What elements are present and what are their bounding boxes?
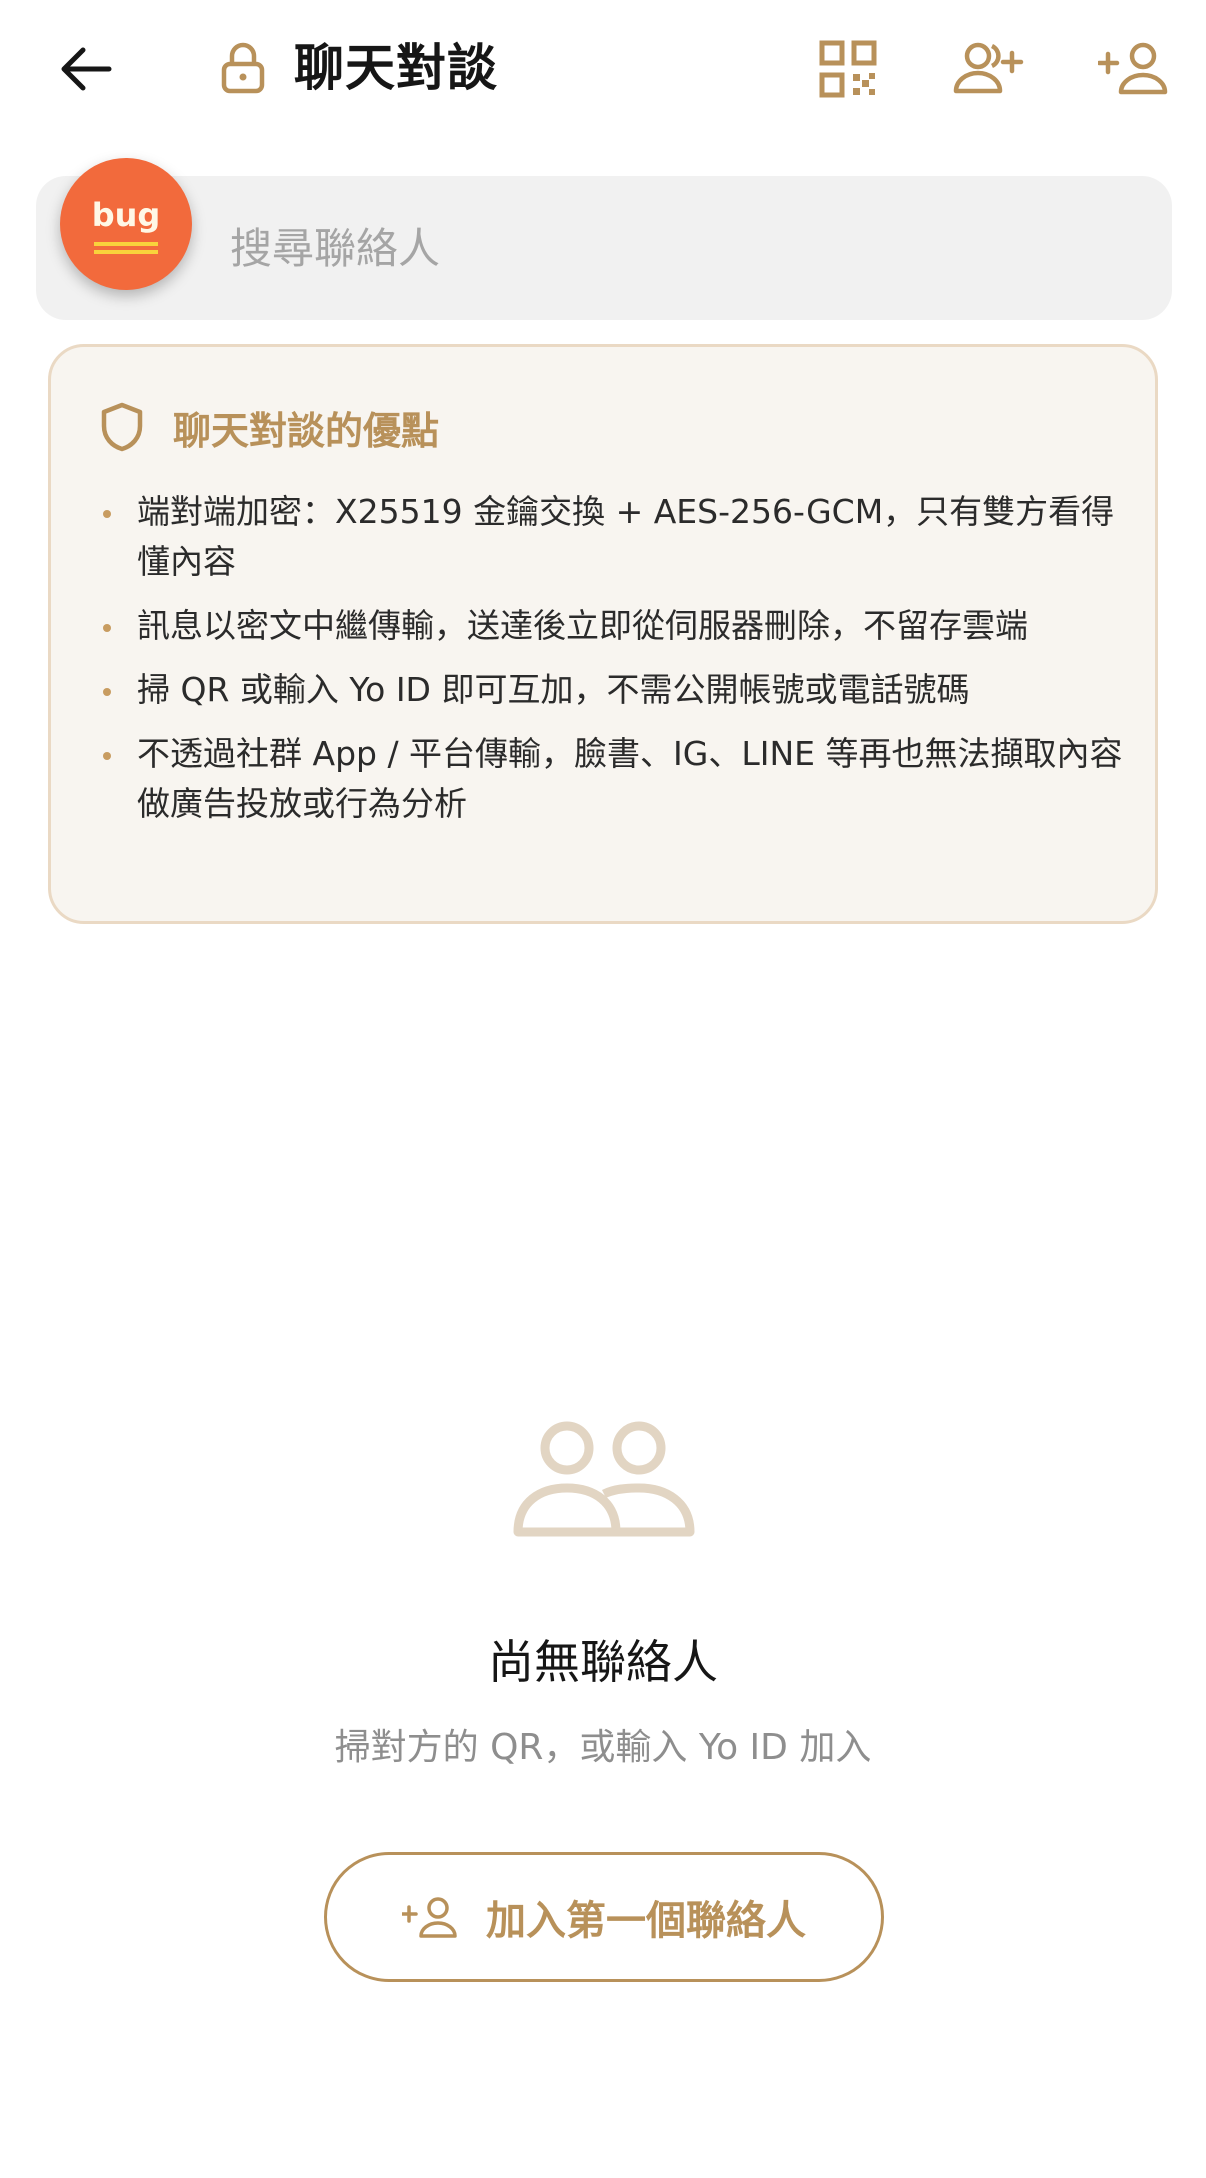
back-button[interactable] [50,34,120,104]
user-plus-icon [953,42,1024,94]
benefit-item: 訊息以密文中繼傳輸，送達後立即從伺服器刪除，不留存雲端 [95,601,1125,651]
search-bar[interactable] [36,176,1172,320]
benefits-title: 聊天對談的優點 [173,408,440,453]
bug-underline [94,250,158,254]
benefits-card: 聊天對談的優點 端對端加密：X25519 金鑰交換 + AES-256-GCM，… [48,344,1158,924]
bullet-dot [103,688,111,696]
person-add-icon [402,1897,457,1938]
benefit-item: 掃 QR 或輸入 Yo ID 即可互加，不需公開帳號或電話號碼 [95,665,1125,715]
bullet-dot [103,752,111,760]
bullet-dot [103,510,111,518]
bug-underline [94,242,158,246]
benefit-item: 端對端加密：X25519 金鑰交換 + AES-256-GCM，只有雙方看得懂內… [95,487,1125,587]
add-first-contact-button[interactable]: 加入第一個聯絡人 [324,1852,884,1982]
benefit-item: 不透過社群 App / 平台傳輸，臉書、IG、LINE 等再也無法擷取內容做廣告… [95,729,1125,829]
add-first-contact-label: 加入第一個聯絡人 [486,1898,806,1944]
benefit-text: 端對端加密：X25519 金鑰交換 + AES-256-GCM，只有雙方看得懂內… [137,492,1115,581]
lock-icon [221,42,265,94]
bullet-dot [103,624,111,632]
qr-code-icon [819,40,877,98]
qr-code-button[interactable] [810,34,886,104]
arrow-left-icon [61,47,112,91]
add-contact-button[interactable] [1096,34,1172,104]
add-friend-button[interactable] [952,34,1028,104]
benefit-text: 訊息以密文中繼傳輸，送達後立即從伺服器刪除，不留存雲端 [137,606,1028,645]
person-add-icon [1098,42,1168,95]
benefit-text: 不透過社群 App / 平台傳輸，臉書、IG、LINE 等再也無法擷取內容做廣告… [137,734,1123,823]
debug-bug-button[interactable]: bug [60,158,192,290]
chat-contacts-screen: 聊天對談 搜尋聯絡人 bug 聊天對談的優點 端對端加密：X25519 金鑰交換… [0,0,1206,2178]
people-icon [513,1421,695,1537]
empty-state-subtitle: 掃對方的 QR，或輸入 Yo ID 加入 [334,1727,872,1768]
page-title: 聊天對談 [294,39,498,97]
top-bar: 聊天對談 [0,0,1206,140]
benefit-text: 掃 QR 或輸入 Yo ID 即可互加，不需公開帳號或電話號碼 [137,670,970,709]
empty-state-title: 尚無聯絡人 [488,1635,718,1689]
shield-icon [101,402,143,452]
debug-bug-label: bug [91,196,161,234]
benefits-card-header: 聊天對談的優點 [99,397,439,457]
benefits-list: 端對端加密：X25519 金鑰交換 + AES-256-GCM，只有雙方看得懂內… [95,487,1125,843]
search-input[interactable] [230,212,1130,284]
